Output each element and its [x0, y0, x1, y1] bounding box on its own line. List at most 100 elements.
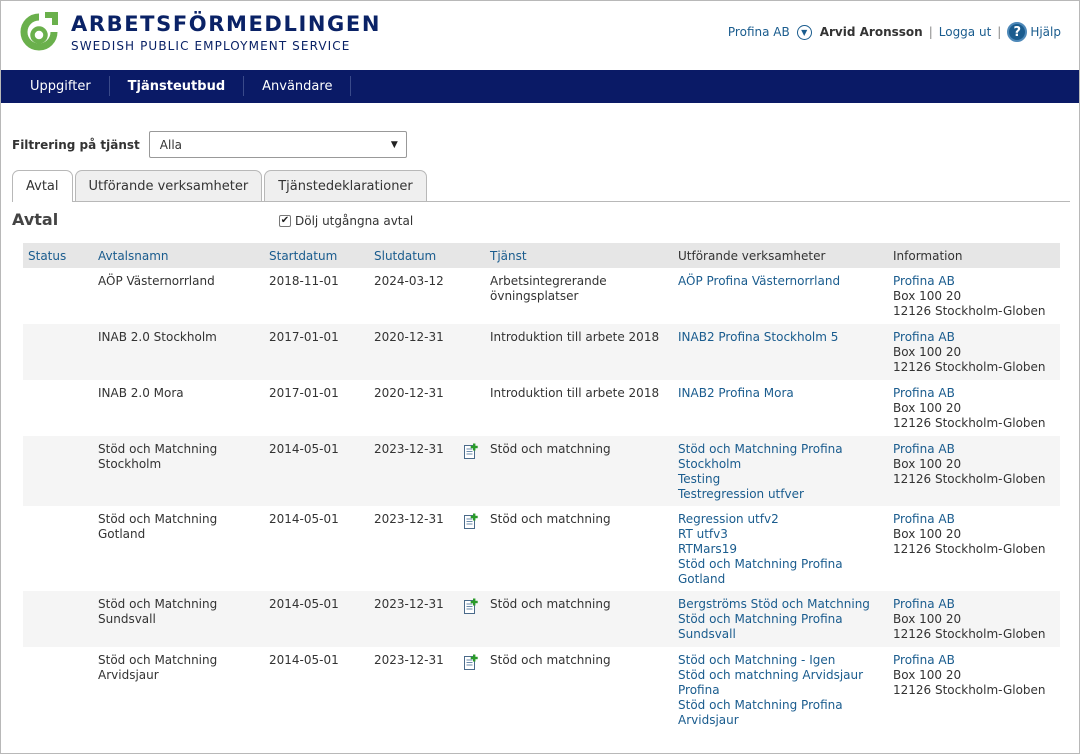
agreement-name: AÖP Västernorrland — [98, 274, 215, 288]
provider-link[interactable]: Profina AB — [893, 512, 1060, 527]
add-document-icon[interactable] — [464, 598, 478, 614]
provider-link[interactable]: Profina AB — [893, 330, 1060, 345]
main-nav: Uppgifter Tjänsteutbud Användare — [1, 70, 1079, 103]
information-cell: Profina AB Box 100 20 12126 Stockholm-Glob… — [893, 330, 1060, 380]
start-date-cell: 2014-05-01 — [269, 512, 339, 526]
performer-link[interactable]: Regression utfv2 — [678, 512, 893, 527]
performer-link[interactable]: Gotland — [678, 572, 893, 587]
agreement-name: Stöd och Matchning — [98, 653, 218, 667]
tab-avtal[interactable]: Avtal — [12, 170, 73, 202]
service-filter-select[interactable]: Alla ▼ — [148, 131, 407, 158]
service-name: Stöd och matchning — [490, 442, 611, 456]
performer-link[interactable]: Bergströms Stöd och Matchning — [678, 597, 893, 612]
col-header-avtalsnamn[interactable]: Avtalsnamn — [93, 249, 269, 263]
service-name: Stöd och matchning — [490, 597, 611, 611]
nav-item-uppgifter[interactable]: Uppgifter — [1, 76, 110, 96]
performer-link[interactable]: INAB2 Profina Mora — [678, 386, 893, 401]
table-header: Status Avtalsnamn Startdatum Slutdatum T… — [23, 243, 1060, 268]
start-date-cell: 2017-01-01 — [269, 386, 339, 400]
filter-label: Filtrering på tjänst — [12, 137, 140, 152]
help-icon[interactable]: ? — [1007, 22, 1028, 42]
tab-bar: Avtal Utförande verksamheter Tjänstedekl… — [12, 170, 1070, 202]
add-document-icon[interactable] — [464, 513, 478, 529]
performer-link[interactable]: Arvidsjaur — [678, 713, 893, 728]
address-line: 12126 Stockholm-Globen — [893, 472, 1046, 486]
service-name: Introduktion till arbete 2018 — [490, 330, 660, 344]
nav-item-tjansteutbud[interactable]: Tjänsteutbud — [110, 76, 245, 96]
status-cell — [23, 330, 93, 380]
performer-link[interactable]: Sundsvall — [678, 627, 893, 642]
col-header-startdatum[interactable]: Startdatum — [269, 249, 369, 263]
end-date-cell: 2023-12-31 — [374, 442, 444, 456]
provider-link[interactable]: Profina AB — [893, 442, 1060, 457]
service-cell: Stöd och matchning — [490, 653, 678, 732]
performer-link[interactable]: RTMars19 — [678, 542, 893, 557]
col-header-tjanst[interactable]: Tjänst — [490, 249, 678, 263]
performer-link[interactable]: Profina — [678, 683, 893, 698]
col-header-utforande: Utförande verksamheter — [678, 248, 826, 263]
logout-link[interactable]: Logga ut — [939, 25, 992, 39]
end-date-cell: 2020-12-31 — [374, 386, 444, 400]
user-area: Profina AB ▼ Arvid Aronsson | Logga ut |… — [728, 21, 1061, 43]
provider-link[interactable]: Profina AB — [893, 653, 1060, 668]
provider-link[interactable]: Profina AB — [893, 386, 1060, 401]
section-title: Avtal — [12, 210, 59, 229]
performer-link[interactable]: Stöd och Matchning Profina — [678, 442, 893, 457]
doc-cell — [464, 442, 490, 506]
information-cell: Profina AB Box 100 20 12126 Stockholm-Glob… — [893, 653, 1060, 732]
doc-cell — [464, 274, 490, 324]
add-document-icon[interactable] — [464, 443, 478, 459]
hide-expired-label: Dölj utgångna avtal — [295, 214, 414, 228]
performers-cell: INAB2 Profina Stockholm 5 — [678, 330, 893, 380]
start-date-cell: 2014-05-01 — [269, 653, 339, 667]
start-date-cell: 2014-05-01 — [269, 597, 339, 611]
provider-link[interactable]: Profina AB — [893, 597, 1060, 612]
performer-link[interactable]: RT utfv3 — [678, 527, 893, 542]
performer-link[interactable]: Stöd och Matchning - Igen — [678, 653, 893, 668]
nav-item-anvandare[interactable]: Användare — [244, 76, 352, 96]
tab-tjanstedeklarationer[interactable]: Tjänstedeklarationer — [264, 170, 427, 201]
col-header-slutdatum[interactable]: Slutdatum — [369, 249, 464, 263]
hide-expired-checkbox[interactable]: ✔ Dölj utgångna avtal — [279, 214, 413, 228]
status-cell — [23, 512, 93, 591]
separator: | — [997, 25, 1002, 39]
address-line: Box 100 20 — [893, 289, 962, 303]
service-cell: Arbetsintegrerande övningsplatser — [490, 274, 678, 324]
performer-link[interactable]: Stöd och matchning Arvidsjaur — [678, 668, 893, 683]
performer-link[interactable]: Testing — [678, 472, 893, 487]
performer-link[interactable]: Testregression utfver — [678, 487, 893, 502]
org-selector[interactable]: Profina AB — [728, 25, 790, 39]
address-line: 12126 Stockholm-Globen — [893, 360, 1046, 374]
arbetsformedlingen-logo-icon[interactable] — [19, 11, 59, 55]
performer-link[interactable]: INAB2 Profina Stockholm 5 — [678, 330, 893, 345]
service-name: Introduktion till arbete 2018 — [490, 386, 660, 400]
performer-link[interactable]: AÖP Profina Västernorrland — [678, 274, 893, 289]
site-header: ARBETSFÖRMEDLINGEN SWEDISH PUBLIC EMPLOY… — [1, 1, 1079, 70]
table-row: Stöd och Matchning Gotland 2014-05-01 2023-… — [23, 506, 1060, 591]
agreement-name-cell: INAB 2.0 Stockholm — [93, 330, 269, 380]
tab-utforande-verksamheter[interactable]: Utförande verksamheter — [74, 170, 263, 201]
provider-link[interactable]: Profina AB — [893, 274, 1060, 289]
status-cell — [23, 442, 93, 506]
status-cell — [23, 274, 93, 324]
separator: | — [928, 25, 933, 39]
performer-link[interactable]: Stöd och Matchning Profina — [678, 612, 893, 627]
col-header-status[interactable]: Status — [23, 249, 93, 263]
address-line: Box 100 20 — [893, 345, 962, 359]
performer-link[interactable]: Stöd och Matchning Profina — [678, 557, 893, 572]
agreement-name: Stöd och Matchning — [98, 442, 218, 456]
service-cell: Stöd och matchning — [490, 442, 678, 506]
agreement-name: INAB 2.0 Stockholm — [98, 330, 217, 344]
agreements-table: Status Avtalsnamn Startdatum Slutdatum T… — [23, 243, 1060, 732]
table-row: INAB 2.0 Stockholm 2017-01-01 2020-12-31 In… — [23, 324, 1060, 380]
add-document-icon[interactable] — [464, 654, 478, 670]
doc-cell — [464, 386, 490, 436]
address-line: Box 100 20 — [893, 612, 962, 626]
performer-link[interactable]: Stockholm — [678, 457, 893, 472]
performer-link[interactable]: Stöd och Matchning Profina — [678, 698, 893, 713]
agreement-name-cell: Stöd och Matchning Sundsvall — [93, 597, 269, 647]
table-row: Stöd och Matchning Arvidsjaur 2014-05-01 20… — [23, 647, 1060, 732]
checkbox-checked-icon[interactable]: ✔ — [279, 215, 291, 227]
chevron-down-icon[interactable]: ▼ — [796, 24, 812, 40]
help-link[interactable]: Hjälp — [1030, 25, 1061, 39]
